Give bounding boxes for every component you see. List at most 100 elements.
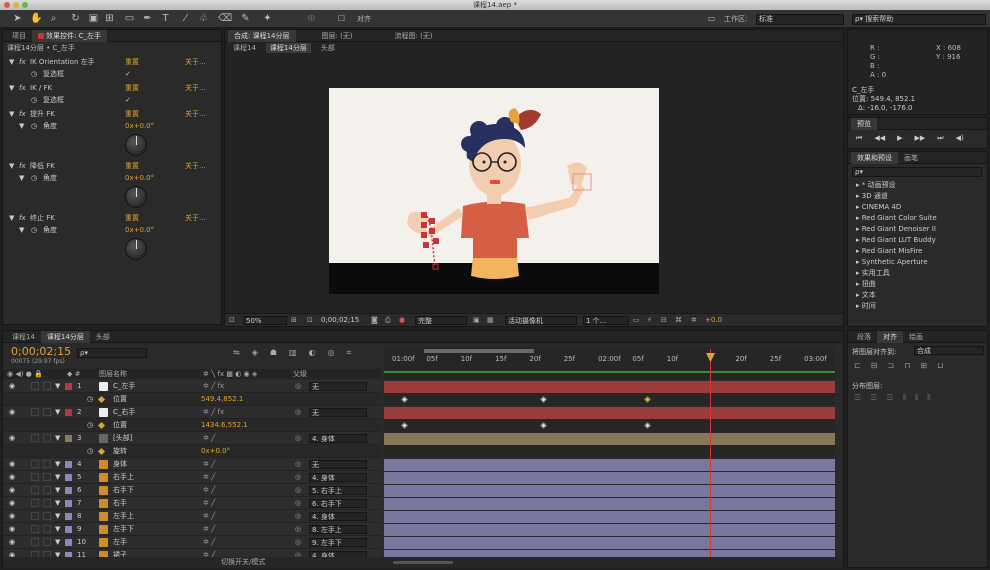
angle-value[interactable]: 0x+0.0°	[125, 224, 154, 236]
keyframe-nav-icon[interactable]	[97, 395, 106, 404]
keyframe[interactable]	[643, 395, 652, 404]
tab-brushes[interactable]: 画笔	[898, 152, 924, 164]
layer-name[interactable]: C_右手	[113, 406, 135, 419]
pickwhip-icon[interactable]: ◎	[295, 497, 301, 510]
expand-arrow-icon[interactable]: ▼	[55, 484, 60, 497]
property-row[interactable]: ◷ 旋转 0x+0.0°	[3, 445, 381, 458]
lock-toggle[interactable]	[43, 486, 51, 494]
label-color-swatch[interactable]	[65, 409, 72, 416]
expand-arrow-icon[interactable]: ▼	[9, 108, 14, 120]
fx-icon[interactable]: fx	[19, 212, 26, 224]
next-frame-icon[interactable]: ▶▶	[914, 134, 925, 143]
toggle-switches-modes-button[interactable]: 切换开关/模式	[221, 557, 265, 568]
align-hcenter-icon[interactable]: ⊟	[871, 361, 878, 370]
tab-composition[interactable]: 合成: 课程14分层	[228, 29, 296, 42]
label-color-swatch[interactable]	[65, 513, 72, 520]
eye-icon[interactable]: ◉	[9, 510, 15, 523]
current-timecode[interactable]: 0;00;02;15	[11, 345, 71, 358]
expand-arrow-icon[interactable]: ▼	[55, 497, 60, 510]
tab-flowchart[interactable]: 流程图: (无)	[389, 30, 439, 42]
distribute-vcenter-icon[interactable]: ☰	[870, 393, 877, 403]
effect-end-fk[interactable]: ▼ fx 终止 FK 重置 关于...	[3, 212, 223, 224]
layer-name[interactable]: 左手下	[113, 523, 134, 536]
last-frame-icon[interactable]: ⏭	[937, 134, 943, 143]
draft-3d-icon[interactable]: ◈	[252, 348, 258, 358]
property-value[interactable]: 549.4,852.1	[201, 393, 243, 406]
layer-duration-bar[interactable]	[384, 524, 835, 536]
property-value[interactable]: 1434.6,552.1	[201, 419, 248, 432]
fast-preview-icon[interactable]: ⚡	[647, 316, 652, 324]
list-item[interactable]: ▸ 时间	[848, 301, 987, 312]
safe-zones-icon[interactable]: ⊞	[291, 316, 297, 324]
stopwatch-icon[interactable]: ◷	[87, 393, 93, 406]
label-color-swatch[interactable]	[65, 487, 72, 494]
about-link[interactable]: 关于...	[185, 212, 206, 224]
checkbox-value[interactable]: ✓	[125, 68, 131, 80]
reset-link[interactable]: 重置	[125, 82, 139, 94]
expand-arrow-icon[interactable]: ▼	[55, 536, 60, 549]
distribute-hcenter-icon[interactable]: ⫴	[915, 393, 918, 403]
solo-toggle[interactable]	[31, 408, 39, 416]
puppet-tool-icon[interactable]: ✦	[262, 13, 273, 24]
solo-toggle[interactable]	[31, 499, 39, 507]
first-frame-icon[interactable]: ⏮	[856, 134, 862, 143]
graph-editor-icon[interactable]: ◎	[328, 348, 335, 358]
tab-paragraph[interactable]: 段落	[851, 331, 877, 343]
comp-timecode[interactable]: 0;00;02;15	[321, 316, 359, 324]
expand-arrow-icon[interactable]: ▼	[55, 458, 60, 471]
keyframe[interactable]	[400, 395, 409, 404]
help-search-input[interactable]: ρ▾ 搜索帮助	[852, 14, 986, 25]
tab-timeline-head[interactable]: 头部	[90, 331, 116, 343]
layer-switches-icon[interactable]: ✲ ╱	[203, 536, 215, 549]
tab-align[interactable]: 对齐	[877, 330, 903, 343]
solo-toggle[interactable]	[31, 473, 39, 481]
tab-timeline-layered[interactable]: 课程14分层	[40, 330, 90, 343]
camera-tool-icon[interactable]: ▣	[88, 13, 99, 24]
solo-toggle[interactable]	[31, 382, 39, 390]
layer-name[interactable]: [头部]	[113, 432, 132, 445]
layer-row[interactable]: ◉ ▼ 2 C_右手 ✲ ╱ fx ◎ 无	[3, 406, 381, 419]
property-value[interactable]: 0x+0.0°	[201, 445, 230, 458]
pickwhip-icon[interactable]: ◎	[295, 406, 301, 419]
magnify-icon[interactable]: ⊡	[229, 316, 235, 324]
tab-effects-presets[interactable]: 效果和预设	[851, 151, 898, 164]
stopwatch-icon[interactable]: ◷	[31, 224, 37, 236]
stopwatch-icon[interactable]: ◷	[31, 172, 37, 184]
tab-project[interactable]: 项目	[6, 30, 32, 42]
camera-select[interactable]: 活动摄像机	[505, 316, 577, 325]
text-tool-icon[interactable]: T	[160, 13, 171, 24]
pen-tool-icon[interactable]: ✒	[142, 13, 153, 24]
about-link[interactable]: 关于...	[185, 82, 206, 94]
distribute-left-icon[interactable]: ⫴	[903, 393, 906, 403]
solo-toggle[interactable]	[31, 486, 39, 494]
stopwatch-icon[interactable]: ◷	[31, 68, 37, 80]
hide-shy-icon[interactable]: ☗	[270, 348, 277, 358]
zoom-window-icon[interactable]	[22, 2, 28, 8]
layer-row[interactable]: ◉ ▼ 1 C_左手 ✲ ╱ fx ◎ 无	[3, 380, 381, 393]
list-item[interactable]: ▸ Synthetic Aperture	[848, 257, 987, 268]
property-track[interactable]	[384, 445, 835, 457]
pickwhip-icon[interactable]: ◎	[295, 380, 301, 393]
layer-duration-bar[interactable]	[384, 459, 835, 471]
snapshot-icon[interactable]: ◙	[371, 316, 378, 324]
layer-row[interactable]: ◉ ▼ 3 [头部] ✲ ╱ ◎ 4. 身体	[3, 432, 381, 445]
layer-switches-icon[interactable]: ✲ ╱	[203, 523, 215, 536]
eye-icon[interactable]: ◉	[9, 380, 15, 393]
layer-duration-bar[interactable]	[384, 407, 835, 419]
hand-tool-icon[interactable]: ✋	[30, 13, 42, 24]
tab-effect-controls[interactable]: 效果控件: C_左手	[32, 29, 107, 42]
angle-value[interactable]: 0x+0.0°	[125, 172, 154, 184]
layer-name[interactable]: 右手下	[113, 484, 134, 497]
parent-select[interactable]: 4. 身体	[309, 512, 367, 521]
eye-icon[interactable]: ◉	[9, 497, 15, 510]
lock-toggle[interactable]	[43, 408, 51, 416]
effect-ik-fk[interactable]: ▼ fx IK / FK 重置 关于...	[3, 82, 223, 94]
expand-arrow-icon[interactable]: ▼	[55, 471, 60, 484]
exposure-reset-icon[interactable]: ✲	[691, 316, 697, 324]
keyframe[interactable]	[539, 395, 548, 404]
layer-switches-icon[interactable]: ✲ ╱	[203, 471, 215, 484]
tab-preview[interactable]: 预览	[851, 117, 877, 130]
eye-icon[interactable]: ◉	[9, 406, 15, 419]
list-item[interactable]: ▸ 文本	[848, 290, 987, 301]
effects-search-input[interactable]: ρ▾	[852, 167, 982, 177]
